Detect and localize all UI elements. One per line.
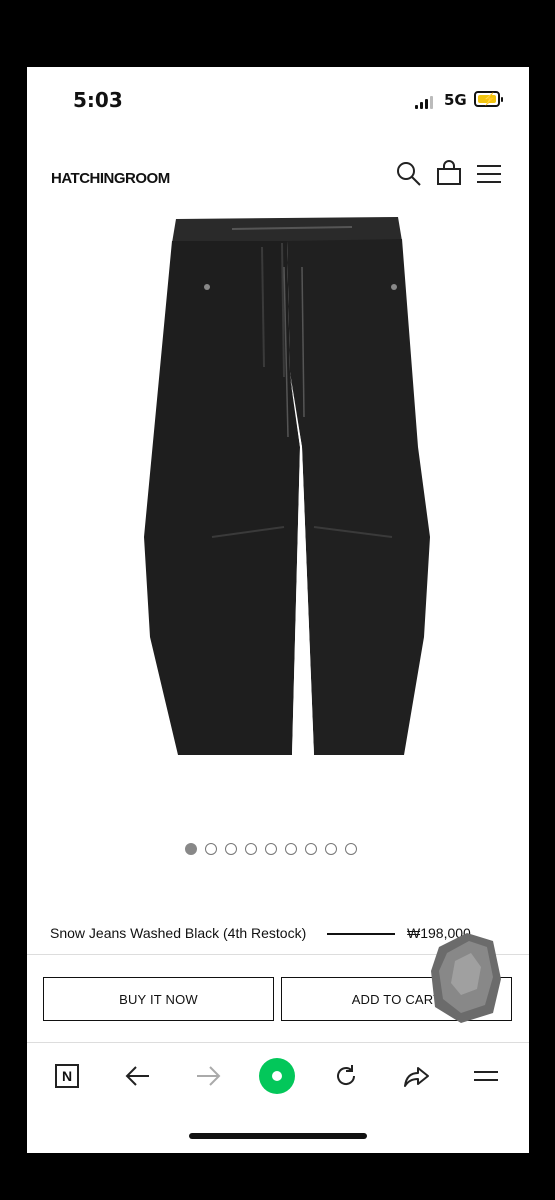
forward-arrow-icon[interactable] bbox=[190, 1058, 226, 1094]
network-type: 5G bbox=[444, 91, 467, 109]
status-time: 5:03 bbox=[73, 88, 123, 112]
menu-icon-toolbar[interactable] bbox=[468, 1058, 504, 1094]
carousel-dot[interactable] bbox=[345, 843, 357, 855]
buy-now-button[interactable]: BUY IT NOW bbox=[43, 977, 274, 1021]
battery-cap bbox=[501, 97, 503, 102]
product-name: Snow Jeans Washed Black (4th Restock) bbox=[50, 925, 307, 941]
share-icon[interactable] bbox=[398, 1058, 434, 1094]
toolbar-separator bbox=[27, 1042, 529, 1043]
carousel-dot[interactable] bbox=[185, 843, 197, 855]
browser-toolbar: N bbox=[27, 1052, 529, 1102]
carousel-dot[interactable] bbox=[285, 843, 297, 855]
reload-icon[interactable] bbox=[328, 1058, 364, 1094]
carousel-dot[interactable] bbox=[225, 843, 237, 855]
green-dot-icon[interactable] bbox=[259, 1058, 295, 1094]
battery-icon: ⚡ bbox=[474, 91, 500, 107]
brand-logo[interactable]: HATCHINGROOM bbox=[51, 170, 170, 187]
carousel-dot[interactable] bbox=[265, 843, 277, 855]
product-image[interactable] bbox=[52, 207, 506, 827]
carousel-dot[interactable] bbox=[305, 843, 317, 855]
rock-sticker-image bbox=[427, 927, 505, 1027]
search-icon[interactable] bbox=[395, 160, 423, 188]
carousel-dot[interactable] bbox=[325, 843, 337, 855]
signal-icon bbox=[415, 96, 433, 109]
site-header: HATCHINGROOM bbox=[27, 152, 529, 202]
carousel-dot[interactable] bbox=[245, 843, 257, 855]
phone-screen: 5:03 5G ⚡ HATCHINGROOM Snow Jeans Washed… bbox=[27, 67, 529, 1153]
menu-icon[interactable] bbox=[475, 160, 503, 188]
carousel-dot[interactable] bbox=[205, 843, 217, 855]
divider-line bbox=[327, 933, 395, 935]
shopping-bag-icon[interactable] bbox=[435, 160, 463, 188]
back-arrow-icon[interactable] bbox=[120, 1058, 156, 1094]
home-indicator[interactable] bbox=[189, 1133, 367, 1139]
status-bar: 5:03 5G ⚡ bbox=[27, 67, 529, 129]
naver-home-icon[interactable]: N bbox=[49, 1058, 85, 1094]
carousel-indicator[interactable] bbox=[185, 843, 357, 855]
